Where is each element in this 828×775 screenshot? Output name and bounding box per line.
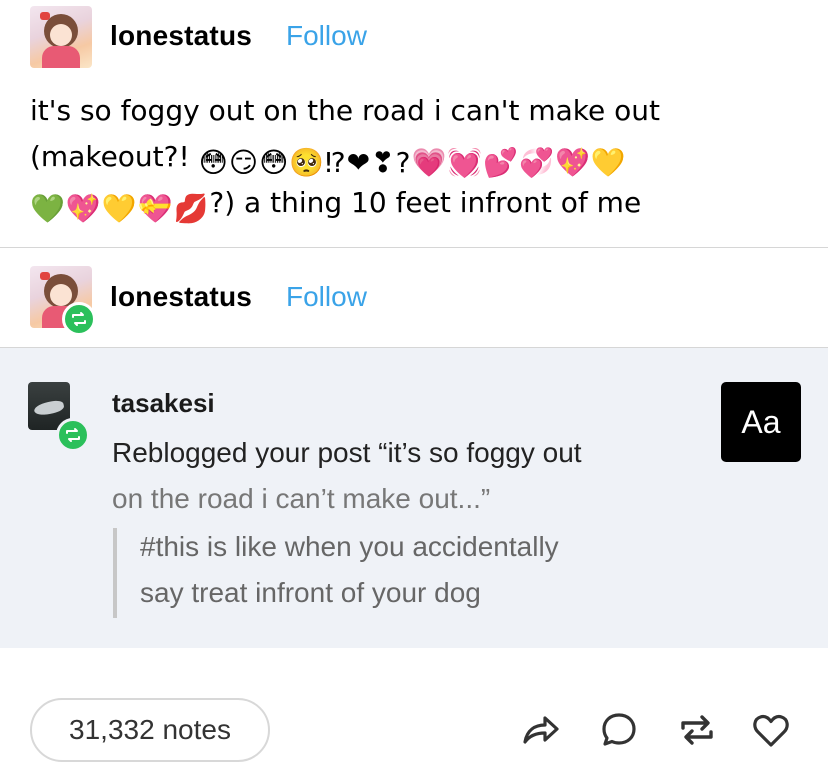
- emoji: 😳: [198, 146, 228, 179]
- post-body: it's so foggy out on the road i can't ma…: [30, 88, 800, 226]
- activity-username[interactable]: tasakesi: [112, 388, 215, 419]
- emoji: 💝: [137, 192, 173, 225]
- reblog-follow-button[interactable]: Follow: [286, 281, 367, 313]
- emoji: 💖: [65, 192, 101, 225]
- post-text-line-2: (makeout?! 😳😏😳🥺⁉❤❣?💗💓💕💞💖💛: [30, 134, 800, 180]
- avatar-bow: [40, 12, 50, 20]
- emoji: ?: [395, 146, 411, 179]
- share-icon[interactable]: [517, 708, 561, 752]
- post-text-end: ?) a thing 10 feet infront of me: [209, 186, 642, 219]
- emoji: 💖: [554, 146, 590, 179]
- divider: [0, 247, 828, 248]
- notes-count-button[interactable]: 31,332 notes: [30, 698, 270, 762]
- post-username[interactable]: lonestatus: [110, 20, 252, 52]
- emoji: 💋: [173, 192, 209, 225]
- avatar-face: [50, 24, 72, 46]
- emoji: 💚: [30, 192, 65, 225]
- emoji-row: 😳😏😳🥺⁉❤❣?💗💓💕💞💖💛: [199, 140, 627, 177]
- post-text-line-1: it's so foggy out on the road i can't ma…: [30, 94, 660, 127]
- tag-line-1: #this is like when you accidentally: [140, 531, 559, 562]
- emoji: ❣: [371, 146, 395, 179]
- avatar-shark: [33, 399, 65, 417]
- emoji: ❤: [346, 146, 371, 179]
- emoji: 😳: [259, 146, 289, 179]
- emoji: 😏: [228, 146, 259, 179]
- emoji: 🥺: [289, 146, 325, 179]
- avatar-face: [50, 284, 72, 306]
- text-size-button[interactable]: Aa: [721, 382, 801, 462]
- reply-icon[interactable]: [597, 708, 641, 752]
- emoji: 💞: [519, 146, 554, 179]
- emoji: 💗: [411, 146, 447, 179]
- emoji: 💛: [590, 146, 626, 179]
- post-text-makeout: (makeout?!: [30, 140, 190, 173]
- avatar-dress: [42, 46, 80, 68]
- reblog-badge-icon: [62, 302, 96, 336]
- emoji: 💓: [447, 146, 483, 179]
- post-text-line-3: 💚💖💛💝💋?) a thing 10 feet infront of me: [30, 180, 800, 226]
- reblog-username[interactable]: lonestatus: [110, 281, 252, 313]
- like-icon[interactable]: [749, 708, 793, 752]
- emoji: ⁉: [325, 146, 346, 179]
- activity-text-line-1: Reblogged your post “it’s so foggy out: [112, 437, 582, 468]
- tag-line-2: say treat infront of your dog: [140, 577, 481, 608]
- quote-bar: [113, 528, 117, 618]
- emoji: 💛: [101, 192, 137, 225]
- emoji: 💕: [483, 146, 519, 179]
- emoji-row: 💚💖💛💝💋: [30, 186, 209, 223]
- reblog-badge-icon: [56, 418, 90, 452]
- follow-button[interactable]: Follow: [286, 20, 367, 52]
- avatar-bow: [40, 272, 50, 280]
- avatar[interactable]: [30, 6, 92, 68]
- reblog-icon[interactable]: [675, 708, 719, 752]
- activity-text-line-2: on the road i can’t make out...”: [112, 483, 491, 514]
